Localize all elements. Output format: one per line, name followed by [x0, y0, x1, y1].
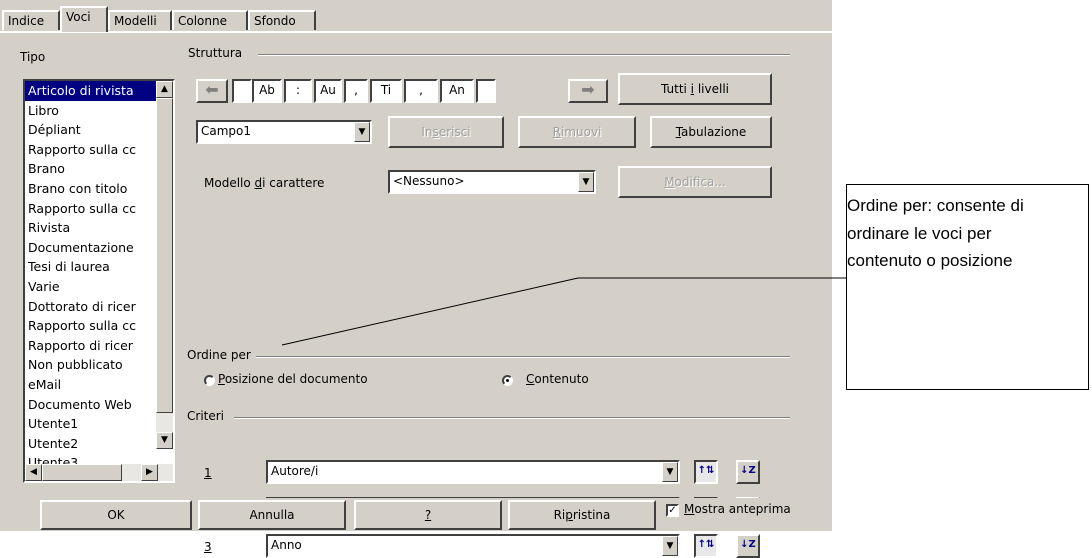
- callout-line: ordinare le voci per: [847, 223, 992, 243]
- sort-descending-icon[interactable]: ↓Z: [736, 534, 760, 558]
- callout-line: Ordine per: consente di: [847, 196, 1024, 215]
- tab-voci[interactable]: Voci: [60, 6, 108, 32]
- criterio-value: Anno: [271, 538, 302, 552]
- criterio-number: 3: [204, 540, 212, 554]
- tab-label: Voci: [66, 10, 91, 24]
- dropdown-arrow-icon[interactable]: ▼: [662, 536, 678, 556]
- callout-line: contenuto o posizione: [847, 251, 1013, 270]
- callout-note: Ordine per: consente di ordinare le voci…: [846, 184, 1089, 390]
- criterio-dropdown[interactable]: Anno ▼: [266, 534, 680, 558]
- sort-ascending-icon[interactable]: ↑⇅: [694, 534, 718, 558]
